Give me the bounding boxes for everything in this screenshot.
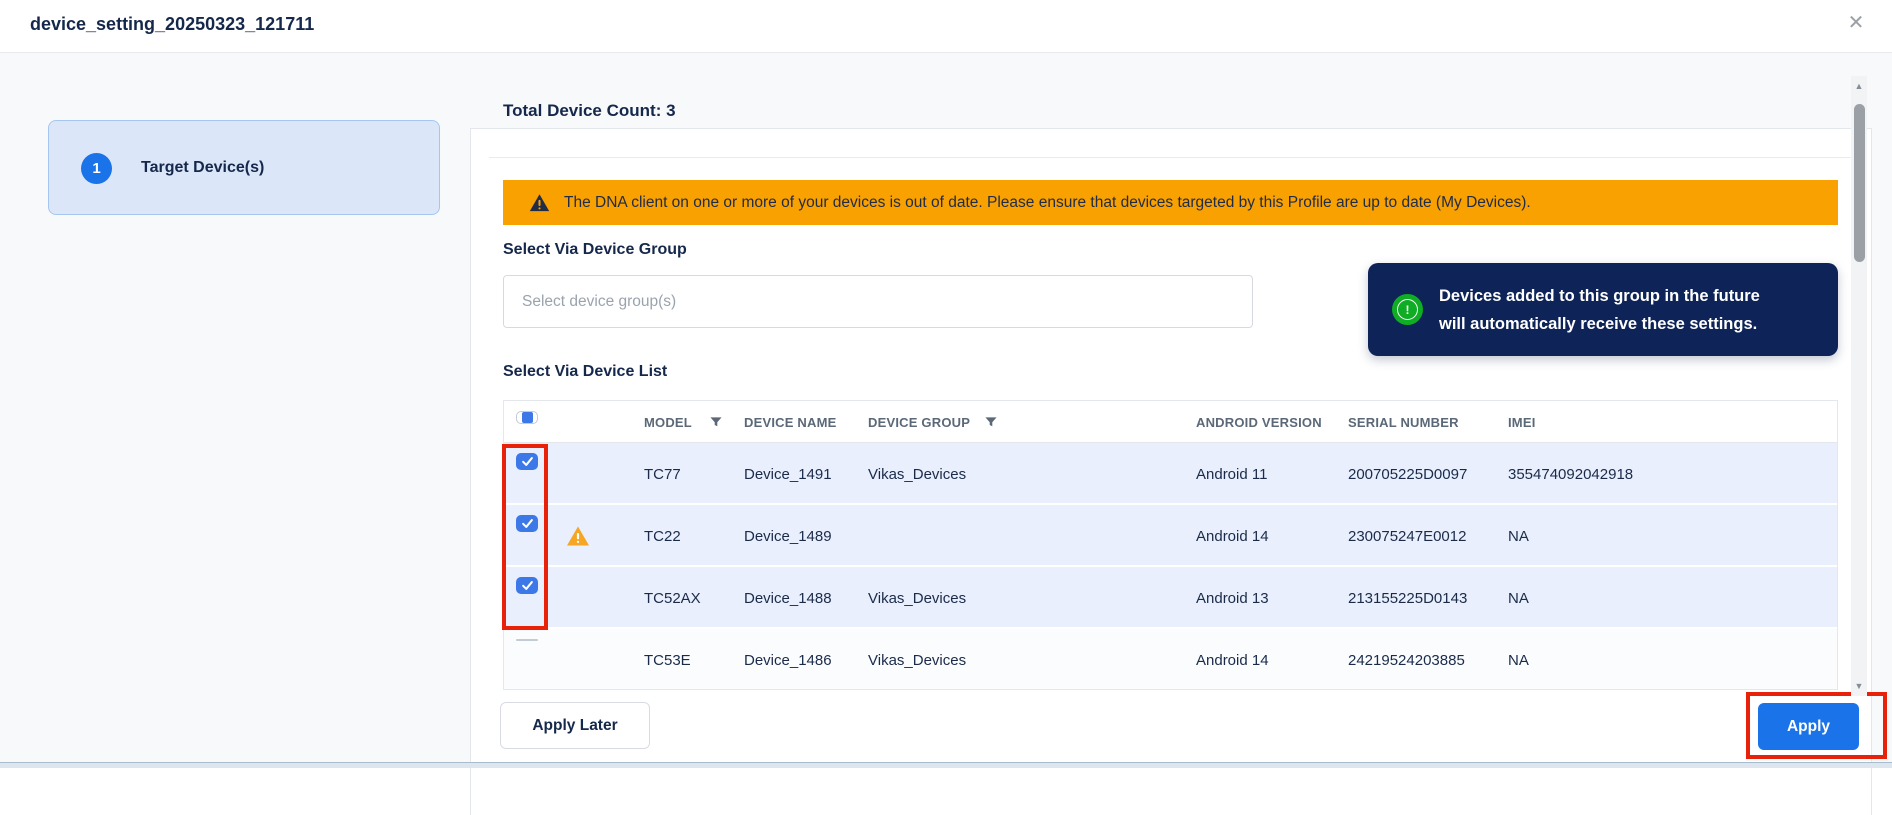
tooltip-text: Devices added to this group in the futur… — [1439, 282, 1760, 338]
step-target-devices[interactable]: 1 Target Device(s) — [48, 120, 440, 215]
table-row[interactable]: TC22 Device_1489 Android 14 230075247E00… — [504, 505, 1837, 567]
select-all-checkbox[interactable] — [516, 411, 538, 424]
column-header-serial-number[interactable]: SERIAL NUMBER — [1348, 401, 1459, 443]
column-header-imei[interactable]: IMEI — [1508, 401, 1536, 443]
cell-device-group: Vikas_Devices — [868, 629, 966, 690]
cell-model: TC52AX — [644, 567, 701, 629]
cell-model: TC53E — [644, 629, 691, 690]
cell-device-name: Device_1486 — [744, 629, 832, 690]
scroll-up-arrow-icon[interactable]: ▲ — [1851, 78, 1867, 94]
filter-icon[interactable] — [709, 415, 723, 429]
device-table: MODEL DEVICE NAME DEVICE GROUP ANDROID V… — [503, 400, 1838, 690]
column-header-device-name[interactable]: DEVICE NAME — [744, 401, 837, 443]
device-table-header: MODEL DEVICE NAME DEVICE GROUP ANDROID V… — [504, 401, 1837, 443]
total-device-count: Total Device Count: 3 — [503, 101, 676, 121]
dialog-title: device_setting_20250323_121711 — [30, 14, 314, 35]
cell-model: TC22 — [644, 505, 681, 567]
row-checkbox[interactable] — [516, 577, 538, 594]
group-info-tooltip: ! Devices added to this group in the fut… — [1368, 263, 1838, 356]
select-via-device-list-label: Select Via Device List — [503, 363, 667, 381]
apply-button[interactable]: Apply — [1758, 703, 1859, 750]
device-group-input[interactable] — [503, 275, 1253, 328]
cell-android-version: Android 11 — [1196, 443, 1267, 505]
cell-imei: NA — [1508, 629, 1529, 690]
cell-serial-number: 230075247E0012 — [1348, 505, 1466, 567]
close-icon[interactable]: ✕ — [1842, 8, 1870, 36]
cell-android-version: Android 14 — [1196, 505, 1269, 567]
cell-device-name: Device_1491 — [744, 443, 832, 505]
divider — [489, 157, 1856, 158]
cell-device-group: Vikas_Devices — [868, 567, 966, 629]
info-circle-icon: ! — [1392, 294, 1423, 325]
row-checkbox[interactable] — [516, 453, 538, 470]
cell-imei: NA — [1508, 567, 1529, 629]
cell-model: TC77 — [644, 443, 681, 505]
column-header-model[interactable]: MODEL — [644, 401, 692, 443]
cell-serial-number: 200705225D0097 — [1348, 443, 1467, 505]
device-warning-icon — [566, 524, 590, 548]
apply-later-button[interactable]: Apply Later — [500, 702, 650, 749]
step-number-badge: 1 — [81, 153, 112, 184]
table-row[interactable]: TC52AX Device_1488 Vikas_Devices Android… — [504, 567, 1837, 629]
row-checkbox[interactable] — [516, 515, 538, 532]
column-header-android-version[interactable]: ANDROID VERSION — [1196, 401, 1322, 443]
cell-android-version: Android 14 — [1196, 629, 1269, 690]
warning-triangle-icon — [529, 193, 550, 212]
column-header-device-group[interactable]: DEVICE GROUP — [868, 401, 970, 443]
dialog-header: device_setting_20250323_121711 ✕ — [0, 0, 1892, 53]
table-row[interactable]: TC77 Device_1491 Vikas_Devices Android 1… — [504, 443, 1837, 505]
row-checkbox[interactable] — [516, 639, 538, 641]
device-setting-dialog: device_setting_20250323_121711 ✕ 1 Targe… — [0, 0, 1892, 768]
cell-imei: 355474092042918 — [1508, 443, 1633, 505]
select-via-device-group-label: Select Via Device Group — [503, 241, 687, 259]
table-row[interactable]: TC53E Device_1486 Vikas_Devices Android … — [504, 629, 1837, 690]
page-bottom-strip — [0, 762, 1892, 768]
device-table-body: TC77 Device_1491 Vikas_Devices Android 1… — [504, 443, 1837, 690]
cell-imei: NA — [1508, 505, 1529, 567]
scroll-down-arrow-icon[interactable]: ▼ — [1851, 678, 1867, 694]
step-label: Target Device(s) — [141, 159, 264, 177]
vertical-scrollbar[interactable]: ▲ ▼ — [1851, 76, 1867, 696]
scrollbar-thumb[interactable] — [1854, 104, 1865, 262]
cell-android-version: Android 13 — [1196, 567, 1269, 629]
cell-device-group: Vikas_Devices — [868, 443, 966, 505]
filter-icon[interactable] — [984, 415, 998, 429]
dna-warning-banner: The DNA client on one or more of your de… — [503, 180, 1838, 225]
warning-banner-text: The DNA client on one or more of your de… — [564, 194, 1531, 212]
cell-device-name: Device_1489 — [744, 505, 832, 567]
cell-device-name: Device_1488 — [744, 567, 832, 629]
cell-serial-number: 213155225D0143 — [1348, 567, 1467, 629]
cell-serial-number: 24219524203885 — [1348, 629, 1465, 690]
